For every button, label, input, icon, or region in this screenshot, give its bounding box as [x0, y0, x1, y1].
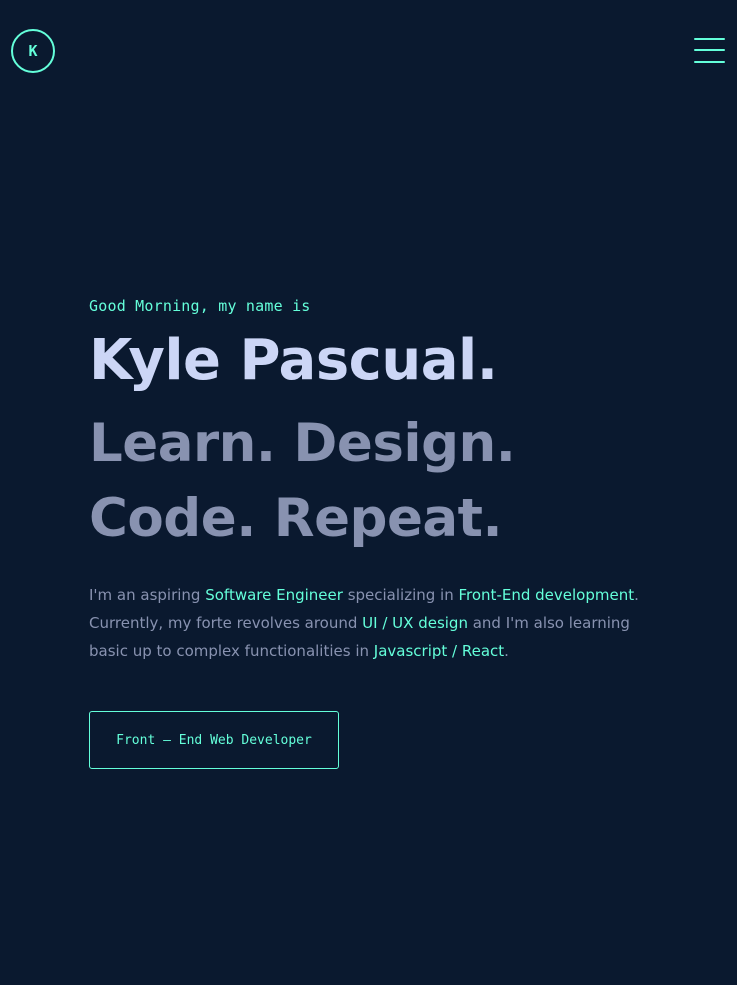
menu-line-bottom	[694, 61, 725, 63]
intro-text: I'm an aspiring	[89, 586, 206, 604]
hamburger-menu-icon[interactable]	[694, 38, 725, 64]
hero-name: Kyle Pascual.	[89, 328, 498, 393]
tagline-line-1: Learn. Design.	[89, 413, 516, 474]
intro-text: .	[504, 642, 509, 660]
hero-section: Good Morning, my name is Kyle Pascual. L…	[89, 296, 649, 665]
highlight-front-end-development: Front-End development	[458, 586, 635, 604]
hero-tagline: Learn. Design. Code. Repeat.	[89, 406, 649, 556]
menu-line-top	[694, 38, 725, 40]
highlight-javascript-react: Javascript / React	[373, 642, 505, 660]
tagline-line-2: Code. Repeat.	[89, 488, 503, 549]
front-end-developer-button[interactable]: Front – End Web Developer	[89, 711, 339, 769]
intro-text: specializing in	[342, 586, 459, 604]
logo-badge[interactable]: K	[11, 29, 55, 73]
menu-line-middle	[694, 49, 725, 51]
logo-letter: K	[28, 42, 38, 60]
greeting-text: Good Morning, my name is	[89, 297, 311, 315]
highlight-ui-ux-design: UI / UX design	[362, 614, 468, 632]
highlight-software-engineer: Software Engineer	[205, 586, 343, 604]
intro-paragraph: I'm an aspiring Software Engineer specia…	[89, 581, 649, 665]
